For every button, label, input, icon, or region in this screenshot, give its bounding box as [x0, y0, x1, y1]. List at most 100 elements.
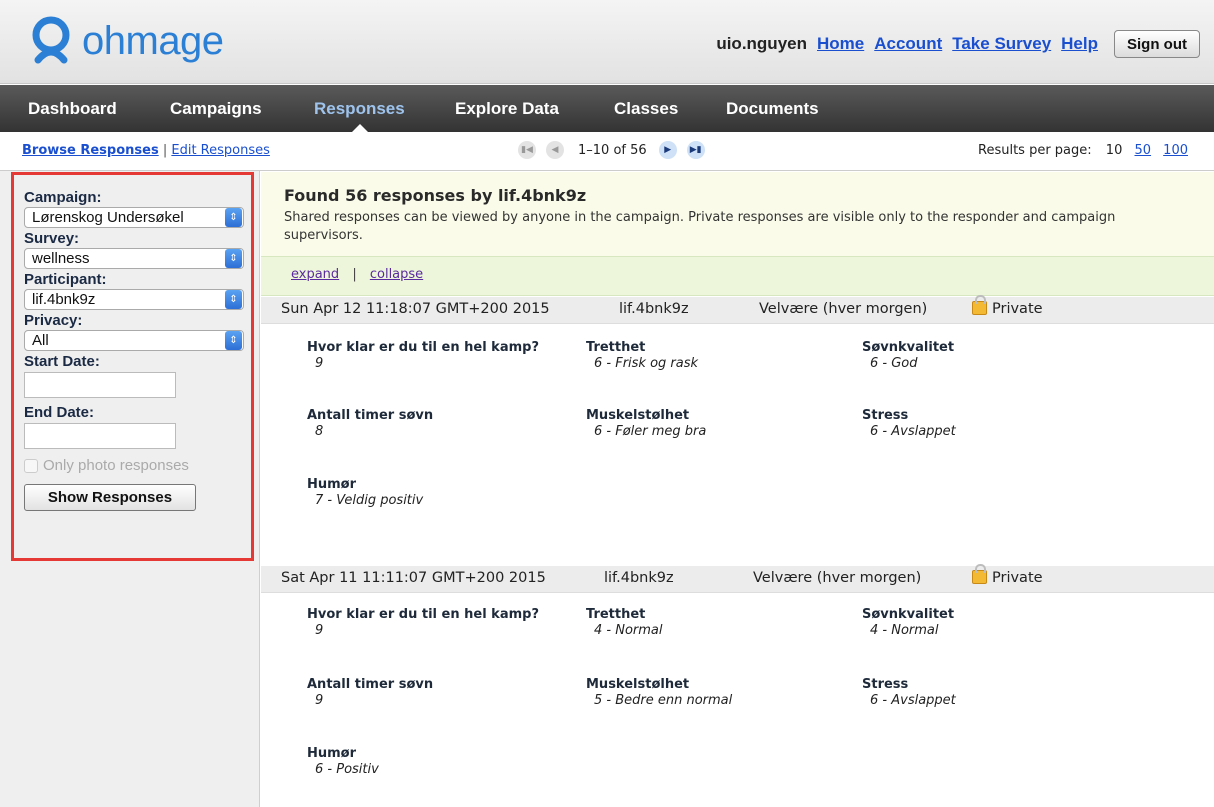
lock-icon — [972, 295, 987, 315]
expand-link[interactable]: expand — [291, 267, 339, 282]
last-page-icon[interactable]: ▶▮ — [686, 141, 705, 159]
response-user: lif.4bnk9z — [619, 301, 689, 317]
response-date: Sun Apr 12 11:18:07 GMT+200 2015 — [281, 301, 550, 317]
participant-value: lif.4bnk9z — [32, 291, 96, 308]
response-header[interactable]: Sun Apr 12 11:18:07 GMT+200 2015 lif.4bn… — [261, 295, 1214, 324]
results-description: Shared responses can be viewed by anyone… — [284, 210, 1116, 243]
field-answer: 6 - Føler meg bra — [594, 424, 707, 439]
privacy-text: Private — [992, 301, 1043, 317]
field-question: Humør — [307, 477, 357, 492]
response-privacy: Private — [972, 295, 1043, 317]
response-field: Stress 6 - Avslappet — [862, 408, 956, 439]
response-field: Humør 6 - Positiv — [307, 746, 379, 777]
response-field: Søvnkvalitet 4 - Normal — [862, 607, 954, 638]
logo-text: ohmage — [82, 18, 224, 63]
username: uio.nguyen — [716, 34, 807, 53]
participant-select[interactable]: lif.4bnk9z ⇕ — [24, 289, 244, 310]
start-date-input[interactable] — [24, 372, 176, 398]
photo-only-label: Only photo responses — [43, 457, 189, 474]
page-range: 1–10 of 56 — [578, 142, 647, 158]
field-question: Søvnkvalitet — [862, 340, 955, 355]
sub-nav-separator: | — [162, 143, 168, 158]
field-question: Stress — [862, 408, 909, 423]
tab-explore-data[interactable]: Explore Data — [455, 85, 559, 132]
field-answer: 5 - Bedre enn normal — [594, 693, 733, 708]
filter-panel: Campaign: Lørenskog Undersøkel ⇕ Survey:… — [11, 172, 254, 561]
privacy-label: Privacy: — [24, 312, 83, 329]
response-field: Tretthet 4 - Normal — [586, 607, 663, 638]
start-date-label: Start Date: — [24, 353, 100, 370]
sign-out-button[interactable]: Sign out — [1114, 30, 1200, 58]
field-question: Hvor klar er du til en hel kamp? — [307, 607, 539, 622]
response-field: Hvor klar er du til en hel kamp? 9 — [307, 340, 539, 371]
response-field: Muskelstølhet 6 - Føler meg bra — [586, 408, 706, 439]
expand-collapse-bar: expand | collapse — [261, 256, 1214, 296]
photo-only-checkbox[interactable] — [24, 458, 38, 473]
response-survey: Velvære (hver morgen) — [759, 301, 928, 317]
select-arrows-icon: ⇕ — [225, 331, 242, 350]
field-answer: 6 - Frisk og rask — [594, 356, 699, 371]
per-page-10: 10 — [1105, 143, 1123, 158]
response-survey: Velvære (hver morgen) — [753, 570, 922, 586]
privacy-select[interactable]: All ⇕ — [24, 330, 244, 351]
results-title: Found 56 responses by lif.4bnk9z — [284, 186, 587, 205]
end-date-input[interactable] — [24, 423, 176, 449]
first-page-icon[interactable]: ▮◀ — [518, 141, 536, 159]
collapse-link[interactable]: collapse — [370, 267, 423, 282]
field-answer: 4 - Normal — [594, 623, 663, 638]
end-date-label: End Date: — [24, 404, 95, 421]
field-question: Søvnkvalitet — [862, 607, 955, 622]
pagination: ▮◀ ◀ 1–10 of 56 ▶ ▶▮ — [518, 141, 715, 159]
edit-responses-link[interactable]: Edit Responses — [171, 143, 270, 158]
lock-icon — [972, 564, 987, 584]
sub-toolbar: Browse Responses | Edit Responses ▮◀ ◀ 1… — [0, 133, 1214, 171]
response-header[interactable]: Sat Apr 11 11:11:07 GMT+200 2015 lif.4bn… — [261, 564, 1214, 593]
select-arrows-icon: ⇕ — [225, 249, 242, 268]
field-answer: 7 - Veldig positiv — [315, 493, 424, 508]
field-answer: 9 — [315, 356, 324, 371]
select-arrows-icon: ⇕ — [225, 290, 242, 309]
tab-campaigns[interactable]: Campaigns — [170, 85, 262, 132]
response-privacy: Private — [972, 564, 1043, 586]
take-survey-link[interactable]: Take Survey — [952, 34, 1051, 54]
survey-select[interactable]: wellness ⇕ — [24, 248, 244, 269]
per-page-50[interactable]: 50 — [1134, 143, 1151, 158]
field-question: Muskelstølhet — [586, 677, 690, 692]
tab-dashboard[interactable]: Dashboard — [28, 85, 117, 132]
response-field: Antall timer søvn 8 — [307, 408, 433, 439]
field-question: Muskelstølhet — [586, 408, 690, 423]
campaign-label: Campaign: — [24, 189, 102, 206]
app-header: ohmage uio.nguyen Home Account Take Surv… — [0, 0, 1214, 84]
per-page-100[interactable]: 100 — [1163, 143, 1188, 158]
account-link[interactable]: Account — [874, 34, 942, 54]
home-link[interactable]: Home — [817, 34, 864, 54]
results-summary: Found 56 responses by lif.4bnk9z Shared … — [261, 172, 1214, 256]
survey-value: wellness — [32, 250, 90, 267]
tab-classes[interactable]: Classes — [614, 85, 678, 132]
field-answer: 8 — [315, 424, 324, 439]
campaign-select[interactable]: Lørenskog Undersøkel ⇕ — [24, 207, 244, 228]
help-link[interactable]: Help — [1061, 34, 1098, 54]
field-answer: 9 — [315, 693, 324, 708]
response-date: Sat Apr 11 11:11:07 GMT+200 2015 — [281, 570, 546, 586]
field-answer: 9 — [315, 623, 324, 638]
logo-icon — [30, 16, 72, 66]
field-question: Hvor klar er du til en hel kamp? — [307, 340, 539, 355]
field-question: Tretthet — [586, 340, 646, 355]
field-answer: 4 - Normal — [870, 623, 939, 638]
field-answer: 6 - Avslappet — [870, 424, 956, 439]
privacy-text: Private — [992, 570, 1043, 586]
prev-page-icon[interactable]: ◀ — [546, 141, 564, 159]
next-page-icon[interactable]: ▶ — [658, 141, 677, 159]
field-answer: 6 - God — [870, 356, 918, 371]
main-nav: Dashboard Campaigns Responses Explore Da… — [0, 85, 1214, 132]
tab-documents[interactable]: Documents — [726, 85, 819, 132]
select-arrows-icon: ⇕ — [225, 208, 242, 227]
show-responses-button[interactable]: Show Responses — [24, 484, 196, 511]
campaign-value: Lørenskog Undersøkel — [32, 209, 184, 226]
ohmage-logo[interactable]: ohmage — [30, 16, 224, 66]
field-question: Antall timer søvn — [307, 408, 434, 423]
photo-only-option: Only photo responses — [24, 457, 251, 474]
field-answer: 6 - Positiv — [315, 762, 379, 777]
browse-responses-link[interactable]: Browse Responses — [22, 143, 159, 158]
